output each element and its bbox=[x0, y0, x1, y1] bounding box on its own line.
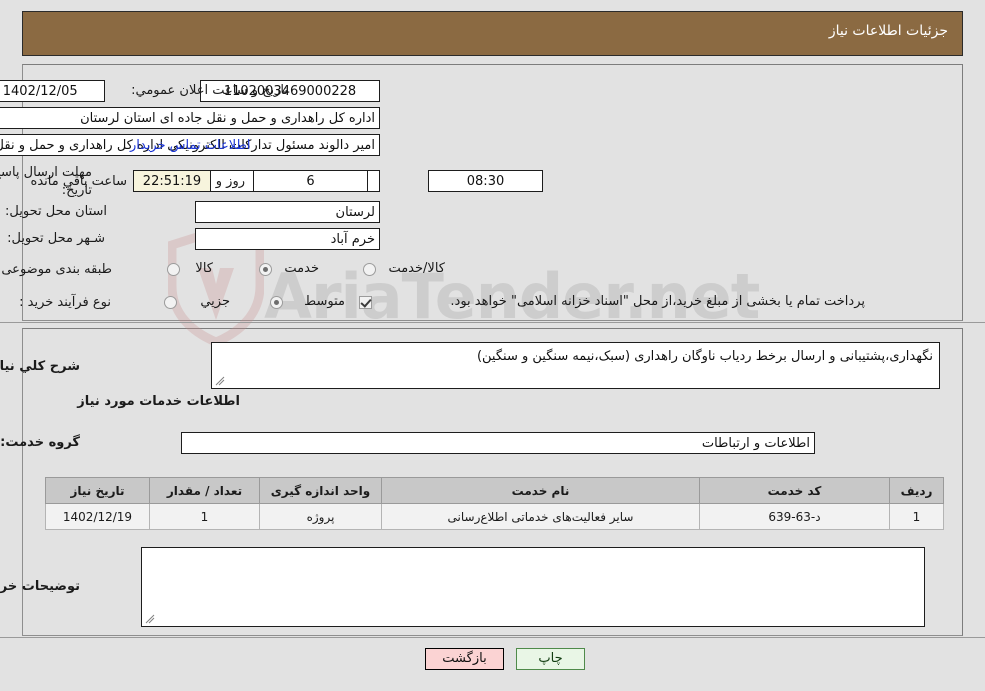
table-row: 1 د-63-639 سایر فعالیت‌های خدماتی اطلاع‌… bbox=[45, 503, 944, 530]
radio-category-khedmat[interactable] bbox=[259, 263, 272, 276]
radio-process-jozii[interactable] bbox=[164, 296, 177, 309]
radio-category-kala[interactable] bbox=[167, 263, 180, 276]
th-qty: تعداد / مقدار bbox=[149, 477, 260, 504]
services-table: ردیف کد خدمت نام خدمت واحد اندازه گیری ت… bbox=[45, 477, 944, 530]
cell-unit: پروژه bbox=[259, 503, 382, 530]
cell-code: د-63-639 bbox=[699, 503, 890, 530]
page-title: جزئیات اطلاعات نیاز bbox=[828, 23, 948, 39]
th-name: نام خدمت bbox=[381, 477, 700, 504]
countdown-value: 22:51:19 bbox=[133, 170, 211, 192]
th-unit: واحد اندازه گیری bbox=[259, 477, 382, 504]
buyer-contact-link[interactable]: اطلاعات تماس خریدار bbox=[130, 138, 250, 153]
radio-category-kala-khedmat[interactable] bbox=[363, 263, 376, 276]
page-title-bar: جزئیات اطلاعات نیاز bbox=[22, 11, 963, 56]
cell-row: 1 bbox=[889, 503, 944, 530]
need-info-panel bbox=[22, 64, 963, 321]
delivery-city-value: خرم آباد bbox=[195, 228, 380, 250]
purchase-process-label: نوع فرآیند خرید : bbox=[19, 295, 111, 310]
th-row: ردیف bbox=[889, 477, 944, 504]
divider-top bbox=[0, 322, 985, 323]
th-need-date: تاریخ نیاز bbox=[45, 477, 150, 504]
need-summary-value: نگهداری،پشتیبانی و ارسال برخط ردیاب ناوگ… bbox=[476, 349, 933, 364]
th-code: کد خدمت bbox=[699, 477, 890, 504]
buyer-notes-label: توضیحات خریدار; bbox=[0, 579, 80, 594]
announce-datetime-label: تاریخ و ساعت اعلان عمومي: bbox=[131, 83, 288, 98]
radio-process-motavasset[interactable] bbox=[270, 296, 283, 309]
cell-qty: 1 bbox=[149, 503, 260, 530]
service-group-label: گروه خدمت: bbox=[0, 435, 80, 450]
treasury-documents-checkbox[interactable] bbox=[359, 296, 372, 309]
radio-category-kala-label: کالا bbox=[195, 261, 213, 276]
cell-need-date: 1402/12/19 bbox=[45, 503, 150, 530]
announce-datetime-value: 1402/12/05 - 09:01 bbox=[0, 80, 105, 102]
radio-category-kala-khedmat-label: کالا/خدمت bbox=[388, 261, 445, 276]
treasury-documents-label: پرداخت تمام یا بخشی از مبلغ خرید،از محل … bbox=[450, 294, 865, 309]
cell-name: سایر فعالیت‌های خدماتی اطلاع‌رسانی bbox=[381, 503, 700, 530]
page-root: AriaTender.net جزئیات اطلاعات نیاز شماره… bbox=[0, 0, 985, 691]
radio-process-motavasset-label: متوسط bbox=[304, 294, 345, 309]
back-button[interactable]: بازگشت bbox=[425, 648, 504, 670]
radio-category-khedmat-label: خدمت bbox=[284, 261, 319, 276]
delivery-province-label: استان محل تحویل: bbox=[5, 204, 107, 219]
service-group-value: اطلاعات و ارتباطات bbox=[181, 432, 815, 454]
countdown-label: ساعت باقي مانده bbox=[30, 174, 127, 189]
category-label: طبقه بندی موضوعی: bbox=[0, 262, 112, 277]
radio-process-jozii-label: جزیي bbox=[200, 294, 230, 309]
need-summary-label: شرح کلي نیاز: bbox=[0, 359, 80, 374]
buyer-org-value: اداره کل راهداری و حمل و نقل جاده ای است… bbox=[0, 107, 380, 129]
deadline-time-value: 08:30 bbox=[428, 170, 543, 192]
delivery-province-value: لرستان bbox=[195, 201, 380, 223]
resize-grip-icon[interactable] bbox=[145, 614, 155, 624]
days-remaining-value: 6 bbox=[253, 170, 368, 192]
print-button[interactable]: چاپ bbox=[516, 648, 585, 670]
resize-grip-icon[interactable] bbox=[215, 376, 225, 386]
delivery-city-label: شـهر محل تحویل: bbox=[7, 231, 105, 246]
days-label: روز و bbox=[215, 174, 245, 189]
table-header-row: ردیف کد خدمت نام خدمت واحد اندازه گیری ت… bbox=[45, 477, 944, 504]
need-summary-textarea[interactable]: نگهداری،پشتیبانی و ارسال برخط ردیاب ناوگ… bbox=[211, 342, 940, 389]
buyer-notes-textarea[interactable] bbox=[141, 547, 925, 627]
services-section-title: اطلاعات خدمات مورد نیاز bbox=[77, 394, 240, 409]
divider-footer bbox=[0, 637, 985, 638]
